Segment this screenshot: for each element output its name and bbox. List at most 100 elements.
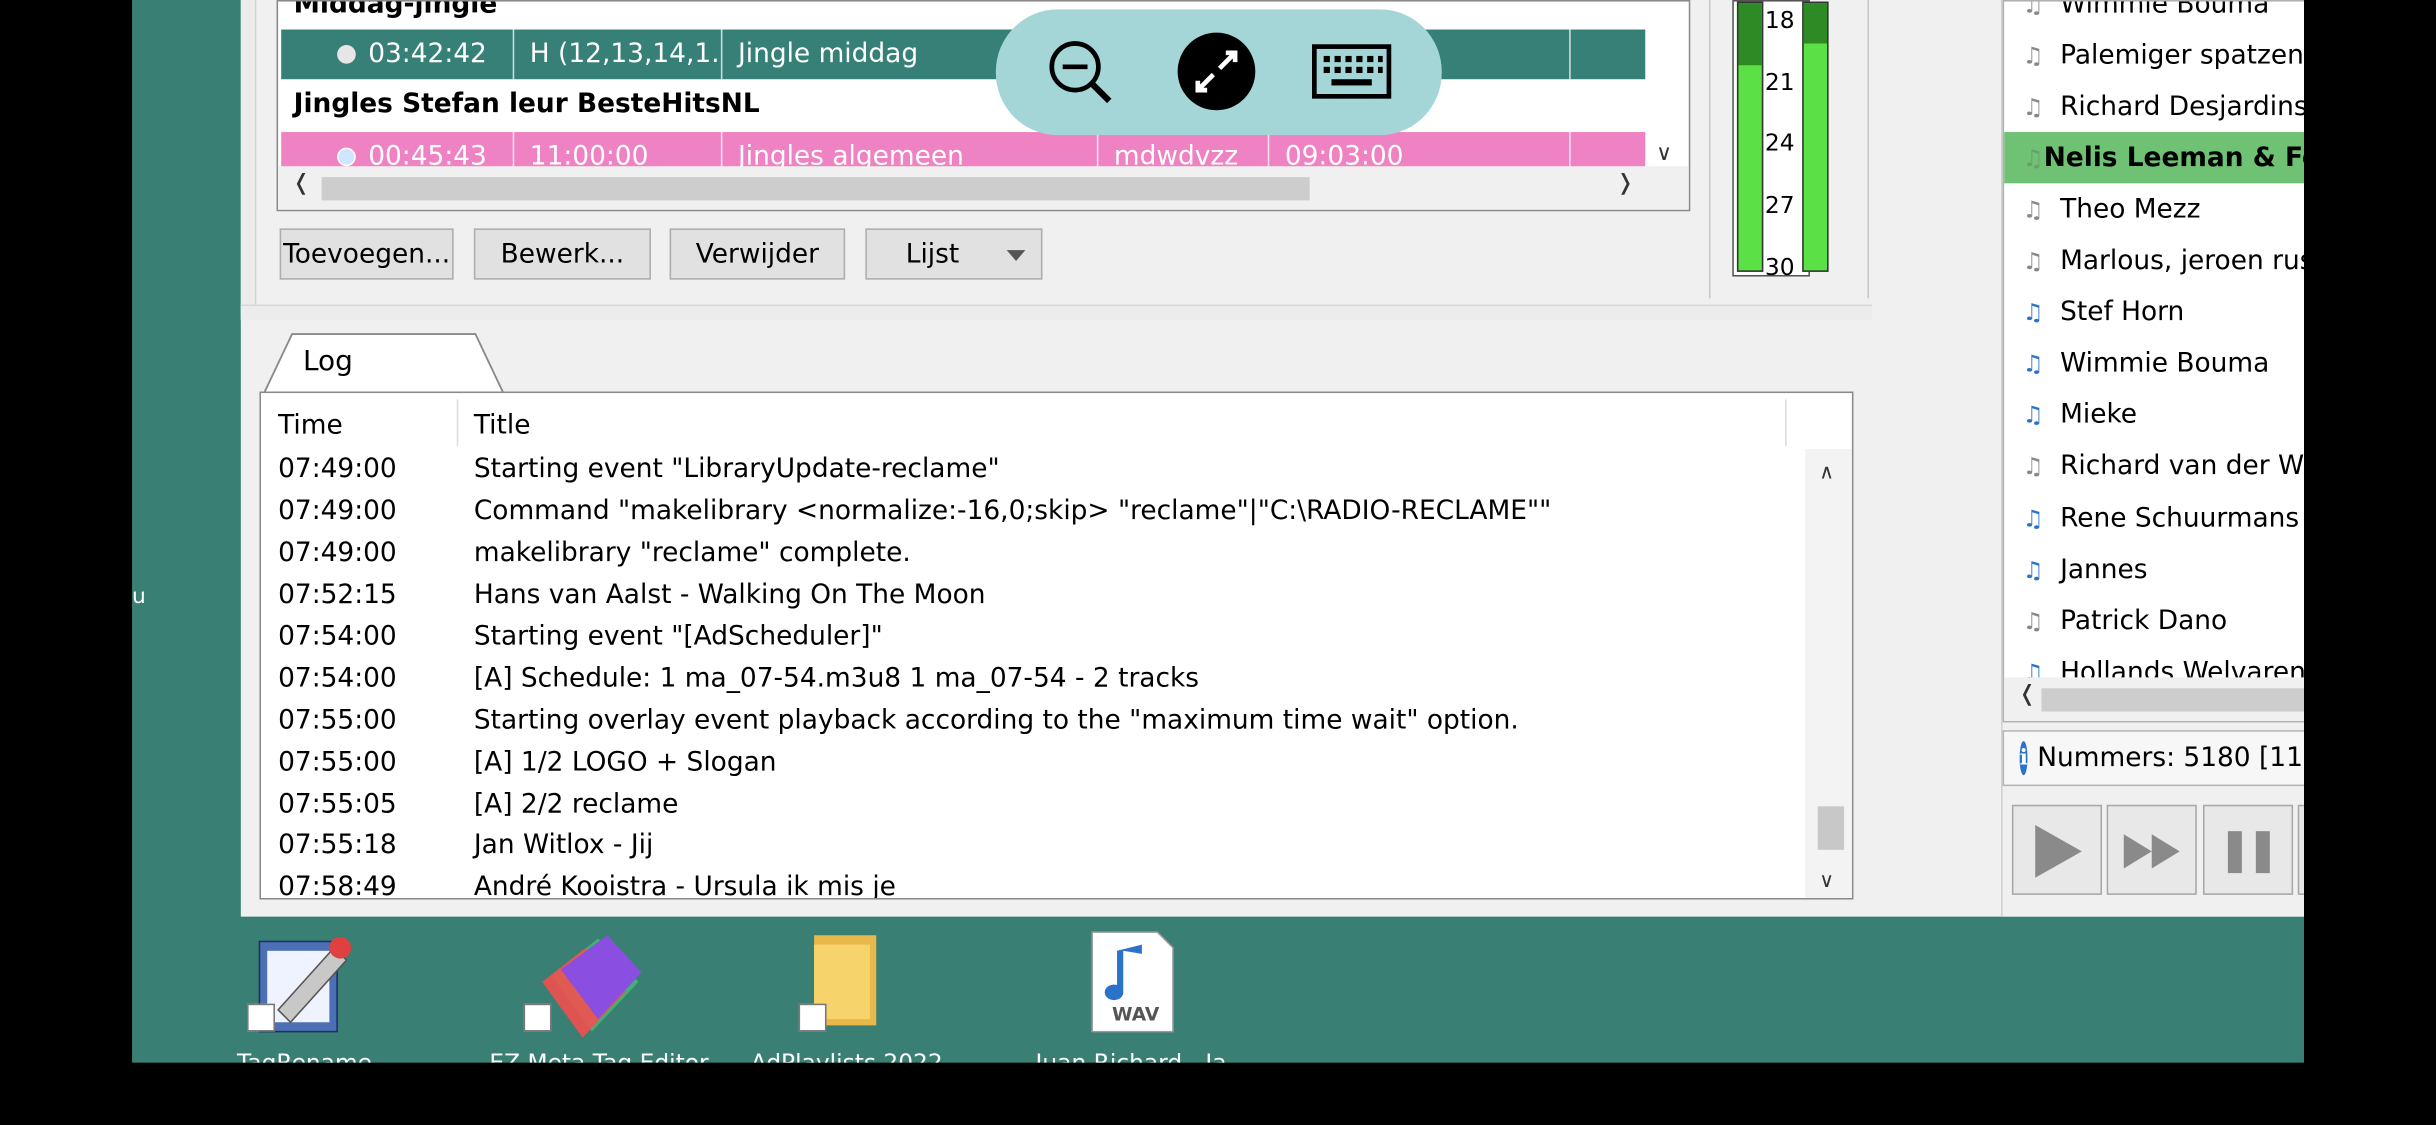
artist-name: Patrick Dano [2060, 605, 2228, 637]
artist-list-item[interactable]: ♫ Stef Horn [2004, 287, 2304, 338]
artist-name: Palemiger spatzen [2060, 39, 2304, 71]
log-title: Jan Witlox - Jij [473, 830, 654, 862]
desktop-icon-label: AdPlaylists 2022 [750, 1048, 943, 1063]
artist-list-item[interactable]: ♫ Marlous, jeroen russchen [2004, 235, 2304, 286]
vu-scale-label: 18 [1764, 6, 1795, 35]
artist-list-item[interactable]: ♫ Palemiger spatzen [2004, 30, 2304, 81]
music-note-icon: ♫ [2022, 247, 2044, 275]
column-header-time[interactable]: Time [278, 410, 343, 441]
artist-horizontal-scrollbar[interactable]: ❬ [2004, 677, 2304, 721]
wav-badge: WAV [1112, 1003, 1160, 1026]
log-time: 07:55:18 [278, 830, 397, 862]
next-button[interactable] [2106, 804, 2197, 895]
artist-list-item[interactable]: ♫ Richard Desjardins [2004, 81, 2304, 132]
log-row[interactable]: 07:55:05 [A] 2/2 reclame [261, 783, 1799, 825]
artist-name: Nelis Leeman & Ferry De Lits [2043, 142, 2304, 174]
artist-list-item[interactable]: ♫ Theo Mezz [2004, 184, 2304, 235]
stop-button[interactable] [2297, 804, 2304, 895]
log-row[interactable]: 07:55:00 Starting overlay event playback … [261, 700, 1799, 742]
music-note-icon: ♫ [2022, 298, 2044, 327]
column-separator[interactable] [456, 399, 459, 446]
zoom-out-button[interactable] [1039, 31, 1120, 112]
music-note-icon: ♫ [2022, 41, 2044, 70]
delete-button[interactable]: Verwijder [669, 228, 846, 280]
scroll-left-arrow-icon[interactable]: ❬ [2018, 682, 2036, 707]
music-note-icon: ♫ [2022, 504, 2044, 533]
log-time: 07:54:00 [278, 663, 397, 695]
log-row[interactable]: 07:55:00 [A] 1/2 LOGO + Slogan [261, 741, 1799, 783]
desktop-shortcut-ez-meta-tag-editor[interactable]: EZ Meta Tag Editor [489, 929, 709, 1063]
scroll-up-arrow-icon[interactable]: ∧ [1819, 461, 1834, 484]
artist-name: Stef Horn [2060, 296, 2185, 328]
edit-button[interactable]: Bewerk... [473, 228, 651, 280]
log-row[interactable]: 07:49:00 Starting event "LibraryUpdate-re… [261, 449, 1799, 491]
log-time: 07:49:00 [278, 537, 397, 569]
keyboard-button[interactable] [1311, 31, 1392, 112]
event-group-row[interactable]: Jingles Stefan leur BesteHitsNL [281, 79, 1645, 129]
artist-name: Wimmie Bouma [2060, 0, 2270, 20]
log-time: 07:54:00 [278, 621, 397, 653]
pause-icon [2227, 831, 2270, 874]
list-dropdown-button[interactable]: Lijst [865, 228, 1043, 280]
event-group-row[interactable]: Middag-jingle [281, 2, 1645, 30]
log-title: Starting overlay event playback accordin… [473, 704, 1519, 737]
scrollbar-thumb[interactable] [1817, 806, 1845, 850]
events-horizontal-scrollbar[interactable]: ❬ ❭ [278, 166, 1689, 210]
panel-splitter[interactable] [240, 304, 1873, 321]
desktop-shortcut-adplaylists-folder[interactable]: AdPlaylists 2022 [746, 929, 948, 1063]
wav-file-icon [1091, 931, 1174, 1033]
desktop-file-wav[interactable]: WAV Juan Richard - Ja [1030, 929, 1232, 1063]
scroll-left-arrow-icon[interactable]: ❬ [292, 171, 310, 196]
artist-list-item[interactable]: ♫ Patrick Dano [2004, 595, 2304, 646]
artist-list-item[interactable]: ♫ Jannes [2004, 544, 2304, 595]
vu-scale-label: 24 [1764, 128, 1795, 157]
artist-list-item[interactable]: ♫Nelis Leeman & Ferry De Lits [2004, 132, 2304, 184]
disconnect-button[interactable] [1176, 31, 1257, 112]
scroll-down-arrow-icon[interactable]: ∨ [1656, 141, 1672, 166]
log-rows: 07:49:00 Starting event "LibraryUpdate-re… [261, 449, 1799, 898]
desktop-stray-text: u [132, 584, 146, 610]
log-row[interactable]: 07:49:00 Command "makelibrary <normalize:… [261, 491, 1799, 533]
column-separator[interactable] [1785, 399, 1787, 446]
column-header-title[interactable]: Title [474, 410, 531, 441]
log-row[interactable]: 07:52:15 Hans van Aalst - Walking On The … [261, 574, 1799, 616]
play-button[interactable] [2011, 804, 2103, 895]
artist-list-item[interactable]: ♫ Wimmie Bouma [2004, 0, 2304, 30]
desktop: u Middag-jingle 03:42:42 H (12,13,14,1..… [132, 0, 2304, 1063]
pause-button[interactable] [2203, 804, 2294, 895]
clock-icon [337, 45, 356, 64]
artist-list-item[interactable]: ♫ Rene Schuurmans [2004, 492, 2304, 543]
scroll-down-arrow-icon[interactable]: ∨ [1819, 870, 1834, 893]
shortcut-arrow-icon [247, 1003, 275, 1032]
log-row[interactable]: 07:49:00 makelibrary "reclame" complete. [261, 533, 1799, 575]
log-time: 07:49:00 [278, 496, 397, 528]
log-row[interactable]: 07:54:00 Starting event "[AdScheduler]" [261, 616, 1799, 658]
log-vertical-scrollbar[interactable]: ∧ ∨ [1805, 448, 1852, 898]
log-row[interactable]: 07:55:18 Jan Witlox - Jij [261, 825, 1799, 867]
status-bar: i Nummers: 5180 [11d 21:05:4 [2002, 730, 2304, 787]
music-note-icon: ♫ [2022, 401, 2044, 430]
events-vertical-scrollbar[interactable]: ∨ [1645, 2, 1689, 170]
log-list[interactable]: Time Title 07:49:00 Starting event "Libra… [259, 391, 1854, 900]
vu-scale-label: 30 [1764, 253, 1795, 282]
add-button[interactable]: Toevoegen... [279, 228, 454, 280]
artist-list-item[interactable]: ♫ Wimmie Bouma [2004, 338, 2304, 389]
desktop-icon-label: TagRename [236, 1048, 373, 1063]
music-note-icon: ♫ [2022, 606, 2044, 635]
scrollbar-thumb[interactable] [2041, 688, 2304, 712]
log-row[interactable]: 07:54:00 [A] Schedule: 1 ma_07-54.m3u8 1 … [261, 658, 1799, 700]
scrollbar-thumb[interactable] [321, 177, 1310, 201]
scroll-right-arrow-icon[interactable]: ❭ [1616, 171, 1634, 196]
music-note-icon: ♫ [2022, 452, 2044, 481]
music-note-icon: ♫ [2022, 555, 2044, 584]
artist-list[interactable]: ♫ Wimmie Bouma ♫ Palemiger spatzen ♫ Richard … [2002, 0, 2304, 723]
log-title: Hans van Aalst - Walking On The Moon [473, 579, 986, 611]
remote-desktop-toolbar [995, 9, 1442, 136]
desktop-shortcut-tagrename[interactable]: TagRename [204, 929, 406, 1063]
log-tab[interactable] [263, 332, 505, 394]
artist-list-item[interactable]: ♫ Mieke [2004, 390, 2304, 441]
log-row[interactable]: 07:58:49 André Kooistra - Ursula ik mis j… [261, 867, 1799, 898]
events-list[interactable]: Middag-jingle 03:42:42 H (12,13,14,1... … [276, 0, 1691, 212]
window-left-edge [240, 0, 257, 319]
artist-list-item[interactable]: ♫ Richard van der Weide [2004, 441, 2304, 492]
